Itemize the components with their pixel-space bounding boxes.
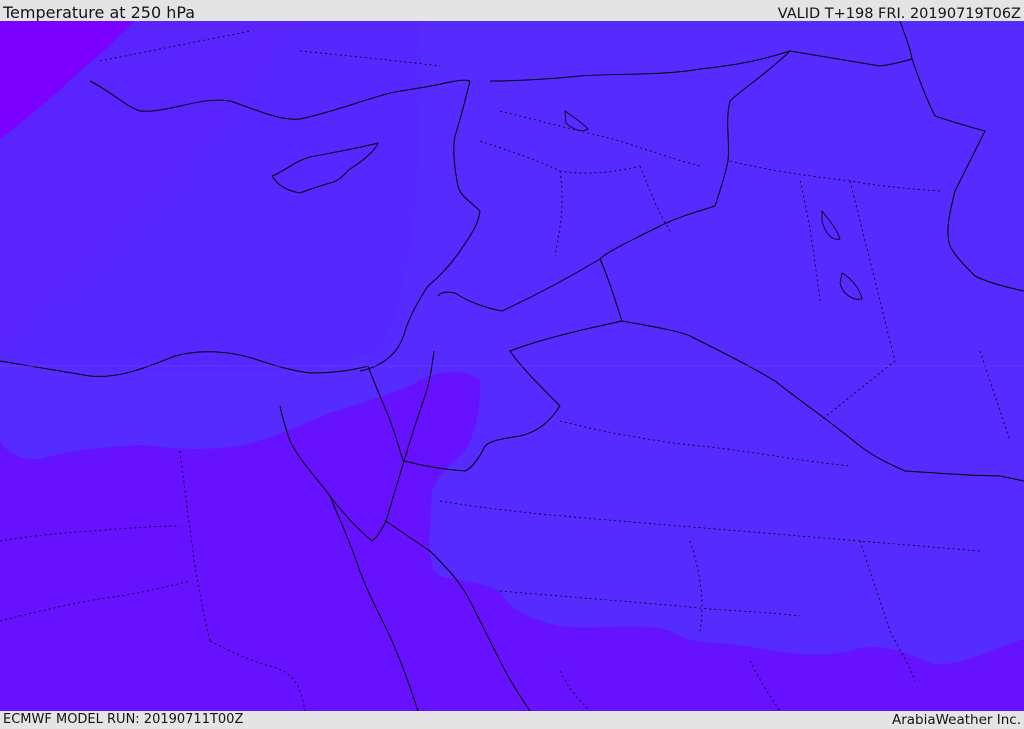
brand-label: ArabiaWeather Inc. (891, 712, 1021, 728)
model-run-label: ECMWF MODEL RUN: 20190711T00Z (3, 712, 244, 727)
map-title: Temperature at 250 hPa (3, 3, 196, 22)
weather-map (0, 21, 1024, 711)
title-bar: Temperature at 250 hPa VALID T+198 FRI. … (0, 0, 1024, 22)
footer-bar: ECMWF MODEL RUN: 20190711T00Z ArabiaWeat… (0, 711, 1024, 729)
